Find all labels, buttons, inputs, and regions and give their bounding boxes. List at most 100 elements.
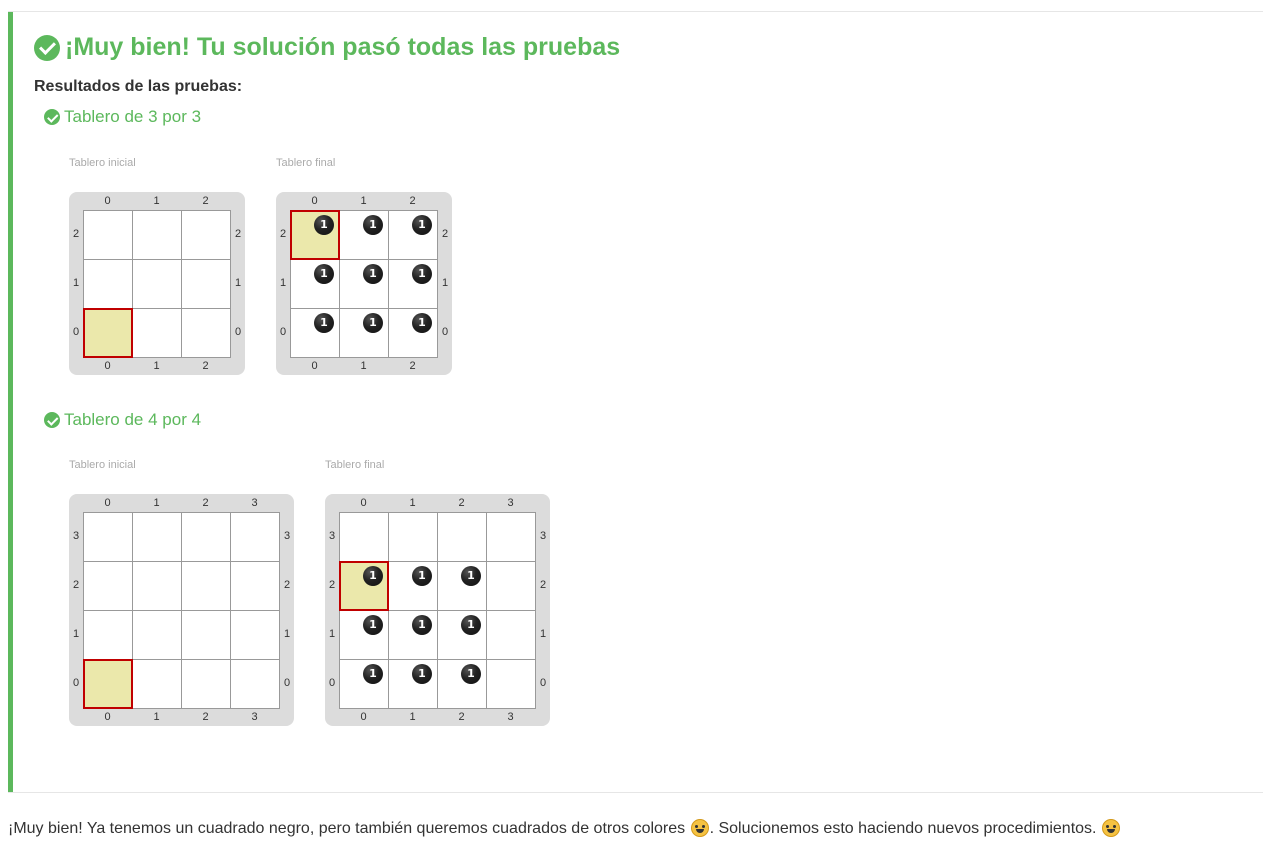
col-coord-bottom: 0	[104, 711, 111, 723]
board-cell	[231, 562, 280, 611]
col-coord-top: 1	[153, 497, 160, 509]
final-board-label: Tablero final	[325, 459, 385, 471]
test-title-4x4: Tablero de 4 por 4	[44, 410, 201, 430]
row-coord-right: 1	[441, 276, 449, 289]
board-cell	[84, 660, 133, 709]
board-cell: 1	[389, 611, 438, 660]
board-cell: 1	[389, 309, 438, 358]
smirk-emoji-icon	[1101, 819, 1120, 837]
board-cell	[231, 513, 280, 562]
row-coord-left: 2	[279, 227, 287, 240]
board-cell	[182, 260, 231, 309]
row-coord-left: 0	[328, 676, 336, 689]
board-cell	[389, 513, 438, 562]
success-title-text: ¡Muy bien! Tu solución pasó todas las pr…	[65, 33, 621, 61]
row-coord-right: 0	[539, 676, 547, 689]
initial-board-label: Tablero inicial	[69, 459, 136, 471]
row-coord-right: 3	[283, 529, 291, 542]
black-ball-icon: 1	[461, 664, 481, 684]
success-title: ¡Muy bien! Tu solución pasó todas las pr…	[34, 33, 620, 62]
row-coord-right: 2	[539, 578, 547, 591]
board-cell: 1	[340, 211, 389, 260]
board-cell	[487, 660, 536, 709]
black-ball-icon: 1	[363, 264, 383, 284]
board-grid	[83, 210, 231, 358]
board-cell: 1	[438, 562, 487, 611]
board-cell	[487, 562, 536, 611]
row-coord-left: 1	[72, 276, 80, 289]
check-circle-icon	[44, 109, 60, 125]
board-cell	[438, 513, 487, 562]
board-cell	[84, 513, 133, 562]
col-coord-bottom: 0	[360, 711, 367, 723]
col-coord-bottom: 2	[409, 360, 416, 372]
black-ball-icon: 1	[412, 664, 432, 684]
col-coord-bottom: 1	[360, 360, 367, 372]
row-coord-left: 2	[328, 578, 336, 591]
test-title-3x3: Tablero de 3 por 3	[44, 107, 201, 127]
row-coord-right: 1	[539, 627, 547, 640]
row-coord-left: 1	[72, 627, 80, 640]
col-coord-top: 2	[409, 195, 416, 207]
board-grid	[83, 512, 280, 709]
board-cell	[340, 513, 389, 562]
board-cell: 1	[389, 562, 438, 611]
board-cell	[133, 513, 182, 562]
board-cell	[133, 562, 182, 611]
black-ball-icon: 1	[461, 566, 481, 586]
black-ball-icon: 1	[363, 566, 383, 586]
black-ball-icon: 1	[412, 615, 432, 635]
initial-board-4x4: 0 0 0 0 1 1 1 1 2 2 2 2 3 3 3 3	[69, 494, 294, 726]
grinning-sweat-emoji-icon	[690, 819, 709, 837]
col-coord-top: 2	[202, 497, 209, 509]
black-ball-icon: 1	[314, 215, 334, 235]
row-coord-right: 2	[283, 578, 291, 591]
board-cell	[84, 309, 133, 358]
results-heading: Resultados de las pruebas:	[34, 78, 243, 95]
final-board-label: Tablero final	[276, 157, 336, 169]
board-cell	[182, 309, 231, 358]
board-cell: 1	[389, 260, 438, 309]
black-ball-icon: 1	[412, 566, 432, 586]
board-cell	[133, 260, 182, 309]
col-coord-top: 0	[104, 497, 111, 509]
row-coord-left: 2	[72, 227, 80, 240]
col-coord-top: 2	[202, 195, 209, 207]
board-grid: 1 1 1 1 1 1 1 1 1	[339, 512, 536, 709]
col-coord-bottom: 1	[409, 711, 416, 723]
row-coord-right: 1	[283, 627, 291, 640]
board-cell	[133, 611, 182, 660]
black-ball-icon: 1	[412, 215, 432, 235]
col-coord-top: 3	[507, 497, 514, 509]
footer-text-1: ¡Muy bien! Ya tenemos un cuadrado negro,…	[8, 820, 690, 837]
row-coord-right: 0	[441, 325, 449, 338]
board-cell: 1	[291, 260, 340, 309]
col-coord-bottom: 3	[251, 711, 258, 723]
board-cell: 1	[340, 260, 389, 309]
col-coord-top: 2	[458, 497, 465, 509]
board-cell	[133, 660, 182, 709]
board-cell	[84, 562, 133, 611]
final-board-4x4: 1 1 1 1 1 1 1 1 1 0 0 0 0 1 1 1 1 2 2 2 2 3 3 3 3	[325, 494, 550, 726]
row-coord-right: 0	[283, 676, 291, 689]
col-coord-bottom: 0	[104, 360, 111, 372]
board-cell: 1	[291, 211, 340, 260]
row-coord-right: 2	[234, 227, 242, 240]
col-coord-top: 0	[311, 195, 318, 207]
board-cell	[182, 562, 231, 611]
board-cell	[133, 309, 182, 358]
check-circle-icon	[44, 412, 60, 428]
board-cell	[487, 513, 536, 562]
col-coord-bottom: 2	[202, 360, 209, 372]
board-cell	[84, 611, 133, 660]
black-ball-icon: 1	[461, 615, 481, 635]
col-coord-bottom: 3	[507, 711, 514, 723]
board-cell: 1	[340, 611, 389, 660]
row-coord-left: 3	[328, 529, 336, 542]
row-coord-right: 3	[539, 529, 547, 542]
board-cell	[133, 211, 182, 260]
row-coord-left: 0	[72, 676, 80, 689]
row-coord-right: 0	[234, 325, 242, 338]
col-coord-top: 3	[251, 497, 258, 509]
board-cell: 1	[389, 211, 438, 260]
